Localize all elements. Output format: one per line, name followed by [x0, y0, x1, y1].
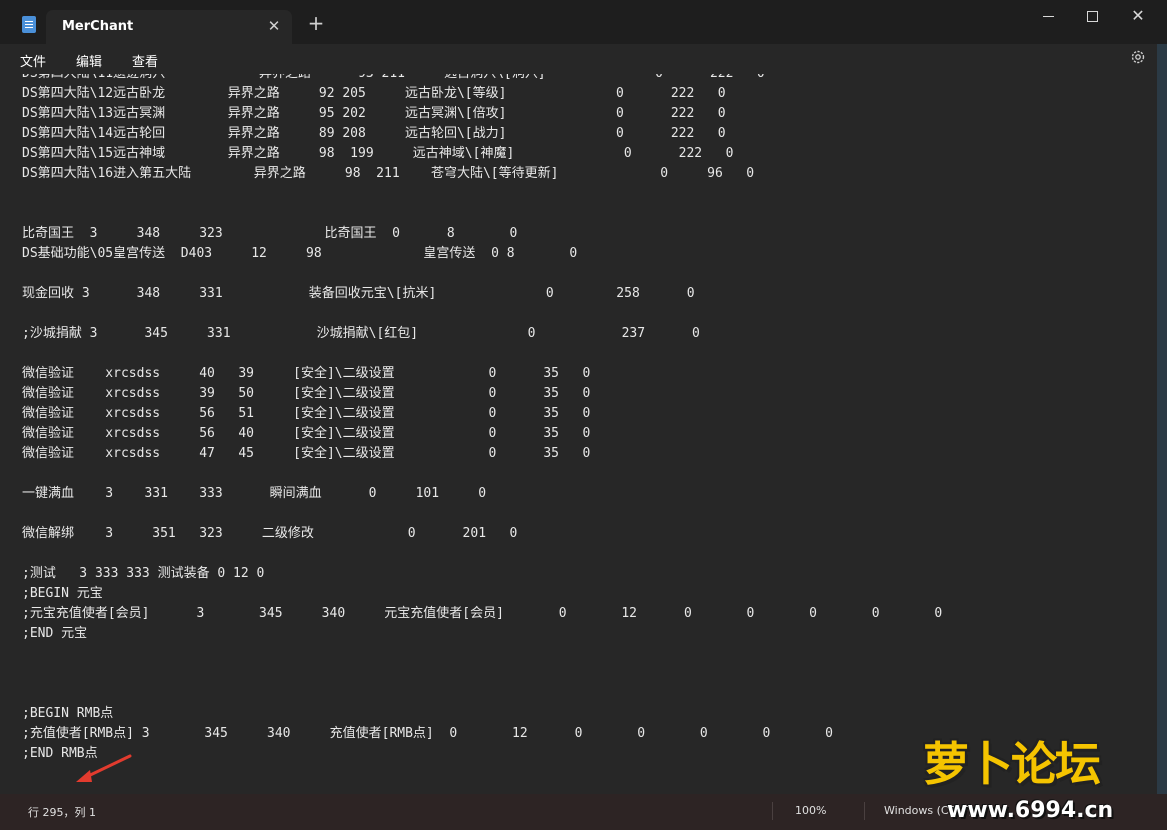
menu-file[interactable]: 文件 [20, 51, 46, 70]
tab-title: MerChant [62, 19, 134, 34]
maximize-button[interactable] [1070, 4, 1114, 28]
red-arrow-annotation [76, 754, 132, 782]
editor-line: ;END 元宝 [22, 626, 88, 641]
close-icon: ✕ [1131, 6, 1145, 25]
minimize-button[interactable] [1026, 4, 1070, 28]
editor-line: ;BEGIN 元宝 [22, 586, 103, 601]
editor-line: DS第四大陆\11遗迹洞穴 异界之路 93 211 远古洞穴\[洞穴] 0 22… [22, 74, 765, 84]
zoom-level[interactable]: 100% [795, 804, 826, 817]
editor-line: ;BEGIN RMB点 [22, 706, 114, 721]
close-window-button[interactable]: ✕ [1116, 4, 1160, 28]
editor-line: DS第四大陆\15远古神域 异界之路 98 199 远古神域\[神魔] 0 22… [22, 146, 734, 161]
editor-line: 微信验证 xrcsdss 56 51 [安全]\二级设置 0 35 0 [22, 406, 591, 421]
watermark-url: www.6994.cn [947, 798, 1114, 823]
title-bar: MerChant ✕ + ✕ [0, 0, 1167, 44]
editor-line: ;测试 3 333 333 测试装备 0 12 0 [22, 566, 265, 581]
editor-line: DS第四大陆\12远古卧龙 异界之路 92 205 远古卧龙\[等级] 0 22… [22, 86, 726, 101]
editor-line: 微信验证 xrcsdss 40 39 [安全]\二级设置 0 35 0 [22, 366, 591, 381]
cursor-position: 行 295，列 1 [28, 806, 96, 819]
watermark-brand: 萝卜论坛 [923, 737, 1101, 791]
notepad-icon [22, 16, 36, 33]
watermark-logo: 萝卜论坛 www.6994.cn [915, 728, 1150, 828]
menu-view[interactable]: 查看 [132, 51, 158, 70]
gear-icon[interactable] [1128, 49, 1148, 69]
editor-line: DS第四大陆\13远古冥渊 异界之路 95 202 远古冥渊\[倍攻] 0 22… [22, 106, 726, 121]
menu-bar: 文件 编辑 查看 [0, 44, 1167, 74]
editor-line: 一键满血 3 331 333 瞬间满血 0 101 0 [22, 486, 487, 501]
editor-line: 微信验证 xrcsdss 47 45 [安全]\二级设置 0 35 0 [22, 446, 591, 461]
editor-line: 微信解绑 3 351 323 二级修改 0 201 0 [22, 526, 518, 541]
editor-line: 微信验证 xrcsdss 56 40 [安全]\二级设置 0 35 0 [22, 426, 591, 441]
status-divider [864, 802, 865, 820]
menu-edit[interactable]: 编辑 [76, 51, 102, 70]
tab-merchant[interactable]: MerChant ✕ [46, 10, 292, 44]
tab-close-icon[interactable]: ✕ [264, 16, 284, 36]
new-tab-button[interactable]: + [306, 13, 326, 34]
editor-line: ;元宝充值使者[会员] 3 345 340 元宝充值使者[会员] 0 12 0 … [22, 606, 943, 621]
text-editor[interactable]: DS第四大陆\11遗迹洞穴 异界之路 93 211 远古洞穴\[洞穴] 0 22… [0, 74, 1157, 794]
editor-line: DS第四大陆\14远古轮回 异界之路 89 208 远古轮回\[战力] 0 22… [22, 126, 726, 141]
desktop-background-strip [1157, 44, 1167, 804]
minimize-icon [1042, 15, 1054, 17]
editor-line: 现金回收 3 348 331 装备回收元宝\[抗米] 0 258 0 [22, 286, 695, 301]
maximize-icon [1086, 10, 1098, 22]
editor-line: DS基础功能\05皇宫传送 D403 12 98 皇宫传送 0 8 0 [22, 246, 578, 261]
editor-line: ;充值使者[RMB点] 3 345 340 充值使者[RMB点] 0 12 0 … [22, 726, 833, 741]
editor-line: 微信验证 xrcsdss 39 50 [安全]\二级设置 0 35 0 [22, 386, 591, 401]
status-divider [772, 802, 773, 820]
editor-line: DS第四大陆\16进入第五大陆 异界之路 98 211 苍穹大陆\[等待更新] … [22, 166, 755, 181]
editor-line: ;沙城捐献 3 345 331 沙城捐献\[红包] 0 237 0 [22, 326, 700, 341]
editor-line: 比奇国王 3 348 323 比奇国王 0 8 0 [22, 226, 518, 241]
